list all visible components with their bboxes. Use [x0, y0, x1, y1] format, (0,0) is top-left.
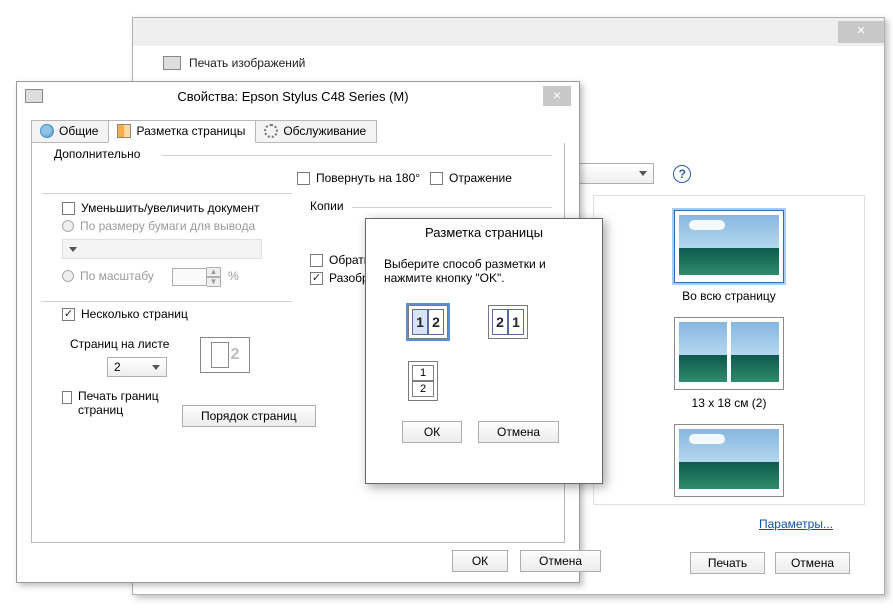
layout-option-20x25[interactable]: 20 x 25 см (1) [594, 424, 864, 505]
print-header: Печать изображений [133, 46, 884, 80]
page-order-button[interactable]: Порядок страниц [182, 405, 316, 427]
thumbnail-image [679, 429, 779, 489]
cancel-button[interactable]: Отмена [775, 552, 850, 574]
chevron-down-icon [152, 365, 160, 370]
spin-up-icon: ▲ [207, 267, 221, 277]
layout-12-option[interactable]: 1 2 [408, 305, 448, 339]
help-icon[interactable]: ? [673, 165, 691, 183]
tab-page-layout[interactable]: Разметка страницы [108, 120, 256, 143]
rotate-180-checkbox[interactable]: Повернуть на 180° [297, 171, 420, 185]
fit-to-paper-radio: По размеру бумаги для вывода [62, 219, 255, 233]
percent-label: % [228, 269, 239, 283]
layout-caption: Во всю страницу [594, 289, 864, 303]
output-paper-combobox [62, 239, 262, 259]
properties-tabs: Общие Разметка страницы Обслуживание [31, 120, 579, 143]
spin-down-icon: ▼ [207, 277, 221, 287]
radio-icon [62, 220, 74, 232]
chevron-down-icon [639, 171, 647, 176]
additional-group-label: Дополнительно [50, 147, 144, 161]
layout-option-13x18[interactable]: 13 x 18 см (2) [594, 317, 864, 410]
checkbox-icon [310, 254, 323, 267]
pages-per-sheet-label: Страниц на листе [70, 337, 169, 351]
layout-caption: 20 x 25 см (1) [594, 503, 864, 505]
globe-icon [40, 124, 54, 138]
close-icon[interactable]: × [543, 86, 571, 106]
ok-button[interactable]: ОК [452, 550, 508, 572]
properties-titlebar: Свойства: Epson Stylus C48 Series (M) × [17, 82, 579, 110]
pages-per-sheet-combobox[interactable]: 2 [107, 357, 167, 377]
modal-cancel-button[interactable]: Отмена [478, 421, 559, 443]
printer-icon [25, 89, 43, 103]
tab-general[interactable]: Общие [31, 120, 109, 143]
layout-icon [117, 124, 131, 138]
close-icon[interactable]: × [838, 21, 884, 43]
thumbnail-image [679, 322, 727, 382]
chevron-down-icon [69, 247, 77, 252]
resize-document-checkbox[interactable]: Уменьшить/увеличить документ [62, 201, 260, 215]
thumbnail-image [679, 215, 779, 275]
layout-templates-panel: Во всю страницу 13 x 18 см (2) 20 x 25 с… [593, 195, 865, 505]
by-scale-radio: По масштабу [62, 269, 154, 283]
checkbox-icon [310, 272, 323, 285]
print-button[interactable]: Печать [690, 552, 765, 574]
print-page-borders-checkbox[interactable]: Печать границ страниц [62, 389, 172, 417]
mirror-checkbox[interactable]: Отражение [430, 171, 512, 185]
checkbox-icon [430, 172, 443, 185]
checkbox-icon [62, 391, 72, 404]
checkbox-icon [62, 202, 75, 215]
layout-option-full-page[interactable]: Во всю страницу [594, 210, 864, 303]
layout-caption: 13 x 18 см (2) [594, 396, 864, 410]
print-titlebar: × [133, 18, 884, 46]
parameters-link[interactable]: Параметры... [759, 517, 833, 531]
gear-icon [264, 124, 278, 138]
modal-ok-button[interactable]: ОК [402, 421, 462, 443]
layout-vertical-option[interactable]: 1 2 [408, 361, 438, 401]
pages-preview-icon: 2 [200, 337, 250, 373]
print-title: Печать изображений [189, 56, 305, 70]
checkbox-icon [297, 172, 310, 185]
modal-title: Разметка страницы [366, 219, 602, 245]
tab-service[interactable]: Обслуживание [255, 120, 377, 143]
thumbnail-image [731, 322, 779, 382]
page-layout-modal: Разметка страницы Выберите способ размет… [365, 218, 603, 484]
modal-message: Выберите способ разметки и нажмите кнопк… [384, 257, 584, 285]
copies-group-label: Копии [310, 199, 344, 213]
layout-21-option[interactable]: 2 1 [488, 305, 528, 339]
printer-icon [163, 56, 181, 70]
properties-title: Свойства: Epson Stylus C48 Series (M) [43, 89, 543, 104]
radio-icon [62, 270, 74, 282]
cancel-button[interactable]: Отмена [520, 550, 601, 572]
checkbox-icon [62, 308, 75, 321]
multiple-pages-checkbox[interactable]: Несколько страниц [62, 307, 188, 321]
scale-input [172, 268, 207, 286]
scale-spinner: ▲▼ [172, 267, 221, 287]
